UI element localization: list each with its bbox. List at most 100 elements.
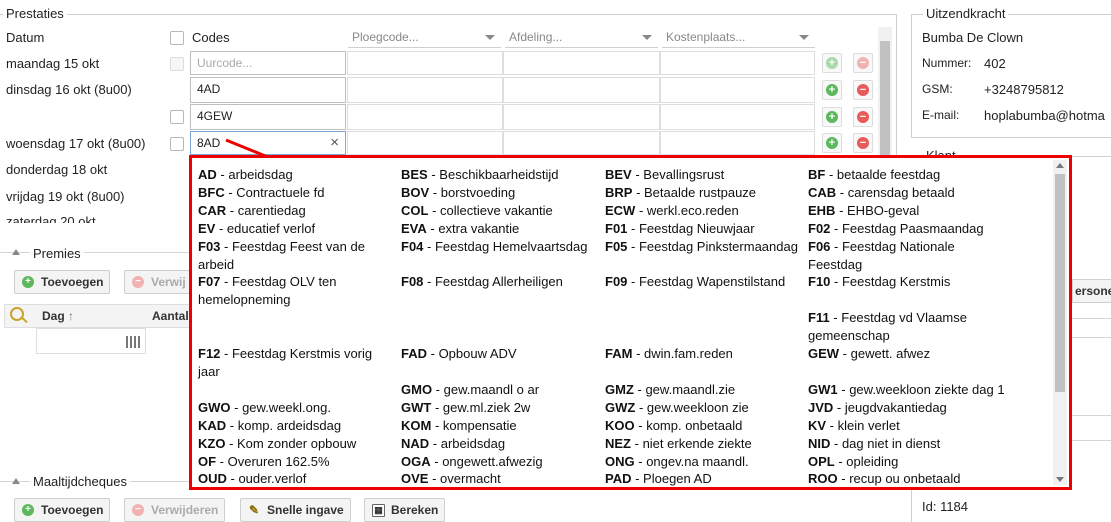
maaltijd-add-button[interactable]: + Toevoegen <box>14 498 111 522</box>
code-option-ove[interactable]: OVE - overmacht <box>401 470 605 487</box>
code-option-kzo[interactable]: KZO - Kom zonder opbouw <box>198 435 401 453</box>
code-option-nez[interactable]: NEZ - niet erkende ziekte <box>605 435 808 453</box>
code-option-brp[interactable]: BRP - Betaalde rustpauze <box>605 184 808 202</box>
code-option-f09[interactable]: F09 - Feestdag Wapenstilstand <box>605 273 808 309</box>
row-checkbox[interactable] <box>170 137 184 151</box>
code-option-f06[interactable]: F06 - Feestdag Nationale Feestdag <box>808 238 1014 274</box>
code-option-sta[interactable]: STA - staking <box>605 488 808 490</box>
quick-entry-button[interactable]: ✎ Snelle ingave <box>240 498 351 522</box>
code-option-car[interactable]: CAR - carentiedag <box>198 202 401 220</box>
code-option-gwz[interactable]: GWZ - gew.weekloon zie <box>605 399 808 417</box>
code-option-ad[interactable]: AD - arbeidsdag <box>198 166 401 184</box>
code-option-cab[interactable]: CAB - carensdag betaald <box>808 184 1014 202</box>
code-option-f08[interactable]: F08 - Feestdag Allerheiligen <box>401 273 605 309</box>
code-option-f12[interactable]: F12 - Feestdag Kerstmis vorig jaar <box>198 345 401 381</box>
afdeling-cell[interactable] <box>503 77 660 103</box>
code-option-gew[interactable]: GEW - gewett. afwez <box>808 345 1014 381</box>
persone-tab[interactable]: ersone <box>1072 279 1111 303</box>
email-value[interactable]: hoplabumba@hotma <box>984 108 1111 123</box>
code-option-gwo[interactable]: GWO - gew.weekl.ong. <box>198 399 401 417</box>
code-option-bov[interactable]: BOV - borstvoeding <box>401 184 605 202</box>
code-input-active[interactable]: 8AD × <box>190 131 346 155</box>
code-option-bf[interactable]: BF - betaalde feestdag <box>808 166 1014 184</box>
afdeling-cell[interactable] <box>503 104 660 130</box>
collapse-icon[interactable] <box>12 478 20 484</box>
remove-row-button[interactable]: − <box>853 53 873 73</box>
code-option-koo[interactable]: KOO - komp. onbetaald <box>605 417 808 435</box>
code-option-oga[interactable]: OGA - ongewett.afwezig <box>401 453 605 471</box>
col-day-header[interactable]: Dag ↑ <box>42 309 74 323</box>
code-option-fad[interactable]: FAD - Opbouw ADV <box>401 345 605 381</box>
code-option-pad[interactable]: PAD - Ploegen AD <box>605 470 808 487</box>
code-option-f03[interactable]: F03 - Feestdag Feest van de arbeid <box>198 238 401 274</box>
collapse-icon[interactable] <box>12 249 20 255</box>
ploegcode-cell[interactable] <box>347 131 503 155</box>
code-option-fam[interactable]: FAM - dwin.fam.reden <box>605 345 808 381</box>
code-input[interactable]: 4GEW <box>190 104 346 130</box>
codes-select-all-checkbox[interactable] <box>170 31 184 45</box>
code-option-rou[interactable]: ROU - recuperatie overuren <box>198 488 401 490</box>
code-option-eva[interactable]: EVA - extra vakantie <box>401 220 605 238</box>
code-option-ehb[interactable]: EHB - EHBO-geval <box>808 202 1014 220</box>
code-option-f04[interactable]: F04 - Feestdag Hemelvaartsdag <box>401 238 605 274</box>
code-option-f01[interactable]: F01 - Feestdag Nieuwjaar <box>605 220 808 238</box>
add-row-button[interactable]: + <box>822 133 842 153</box>
remove-row-button[interactable]: − <box>853 80 873 100</box>
calculate-button[interactable]: ▦ Bereken <box>364 498 446 522</box>
code-option-f07[interactable]: F07 - Feestdag OLV ten hemelopneming <box>198 273 401 309</box>
kostenplaats-cell[interactable] <box>660 51 815 75</box>
code-option-f02[interactable]: F02 - Feestdag Paasmaandag <box>808 220 1014 238</box>
code-option-bfc[interactable]: BFC - Contractuele fd <box>198 184 401 202</box>
code-option-kad[interactable]: KAD - komp. ardeidsdag <box>198 417 401 435</box>
code-option-oud[interactable]: OUD - ouder.verlof <box>198 470 401 487</box>
add-row-button[interactable]: + <box>822 80 842 100</box>
code-option-gw1[interactable]: GW1 - gew.weekloon ziekte dag 1 <box>808 381 1014 399</box>
code-option-kom[interactable]: KOM - kompensatie <box>401 417 605 435</box>
row-checkbox[interactable] <box>170 110 184 124</box>
code-option-jvd[interactable]: JVD - jeugdvakantiedag <box>808 399 1014 417</box>
code-option-nad[interactable]: NAD - arbeidsdag <box>401 435 605 453</box>
calendar-icon[interactable] <box>126 336 140 348</box>
premies-add-button[interactable]: + Toevoegen <box>14 270 111 294</box>
code-input[interactable]: 4AD <box>190 77 346 103</box>
scroll-up-icon[interactable] <box>1056 163 1064 168</box>
afdeling-cell[interactable] <box>503 131 660 155</box>
premies-remove-button[interactable]: − Verwij <box>124 270 194 294</box>
code-option-col[interactable]: COL - collectieve vakantie <box>401 202 605 220</box>
col-amount-header[interactable]: Aantal <box>152 309 189 323</box>
code-option-gmz[interactable]: GMZ - gew.maandl.zie <box>605 381 808 399</box>
code-option-bes[interactable]: BES - Beschikbaarheidstijd <box>401 166 605 184</box>
remove-row-button[interactable]: − <box>853 107 873 127</box>
kostenplaats-dropdown[interactable]: Kostenplaats... <box>662 26 815 48</box>
popup-scrollbar[interactable] <box>1053 160 1067 485</box>
scrollbar-thumb[interactable] <box>1055 174 1065 392</box>
uurcode-input[interactable]: Uurcode... <box>190 51 346 75</box>
kostenplaats-cell[interactable] <box>660 131 815 155</box>
code-option-of[interactable]: OF - Overuren 162.5% <box>198 453 401 471</box>
scroll-down-icon[interactable] <box>1056 477 1064 482</box>
add-row-button[interactable]: + <box>822 107 842 127</box>
code-option-f05[interactable]: F05 - Feestdag Pinkstermaandag <box>605 238 808 274</box>
ploegcode-cell[interactable] <box>347 51 503 75</box>
code-option-svd[interactable]: SVD - Seniorvakantiedag <box>808 488 1014 490</box>
afdeling-cell[interactable] <box>503 51 660 75</box>
maaltijd-remove-button[interactable]: − Verwijderen <box>124 498 226 522</box>
code-option-sle[interactable]: SLE - Slecht weer <box>401 488 605 490</box>
code-option-nid[interactable]: NID - dag niet in dienst <box>808 435 1014 453</box>
code-option-gwt[interactable]: GWT - gew.ml.ziek 2w <box>401 399 605 417</box>
row-checkbox[interactable] <box>170 57 184 71</box>
kostenplaats-cell[interactable] <box>660 104 815 130</box>
ploegcode-cell[interactable] <box>347 77 503 103</box>
code-option-ong[interactable]: ONG - ongev.na maandl. <box>605 453 808 471</box>
clear-icon[interactable]: × <box>330 134 339 151</box>
code-option-opl[interactable]: OPL - opleiding <box>808 453 1014 471</box>
remove-row-button[interactable]: − <box>853 133 873 153</box>
scrollbar-thumb[interactable] <box>880 41 890 161</box>
ploegcode-cell[interactable] <box>347 104 503 130</box>
code-option-f11[interactable]: F11 - Feestdag vd Vlaamse gemeenschap <box>808 309 1014 345</box>
code-option-gmo[interactable]: GMO - gew.maandl o ar <box>401 381 605 399</box>
code-option-f10[interactable]: F10 - Feestdag Kerstmis <box>808 273 1014 309</box>
code-option-ev[interactable]: EV - educatief verlof <box>198 220 401 238</box>
kostenplaats-cell[interactable] <box>660 77 815 103</box>
code-option-kv[interactable]: KV - klein verlet <box>808 417 1014 435</box>
